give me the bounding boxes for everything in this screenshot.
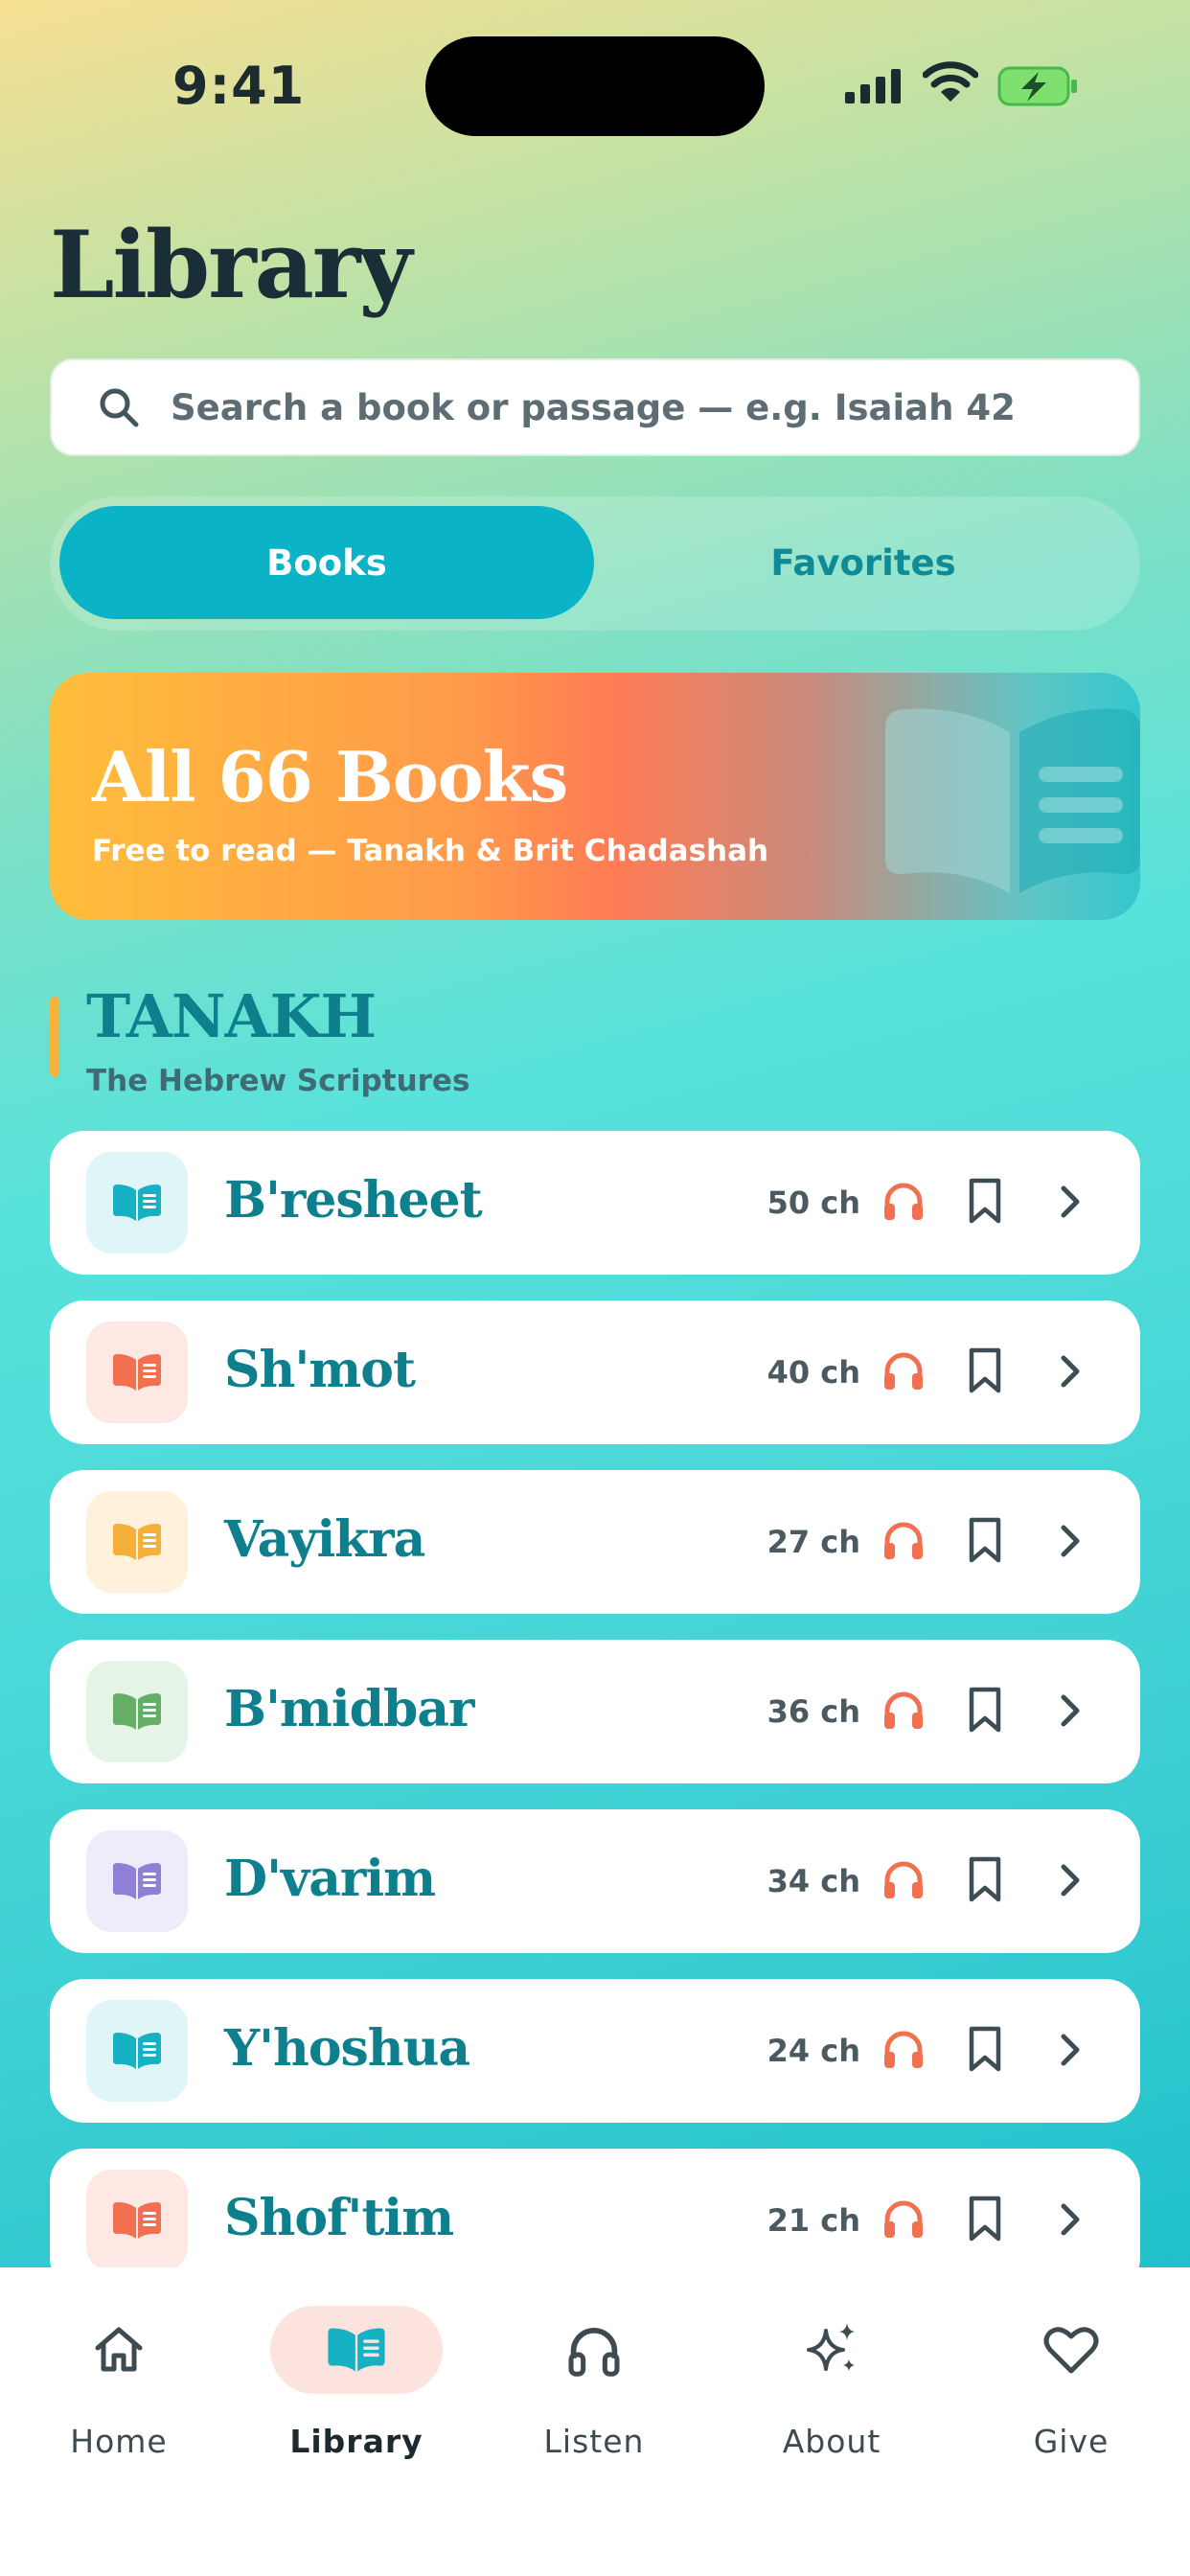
book-tile — [86, 1491, 188, 1593]
nav-home-label: Home — [70, 2423, 168, 2460]
book-name: D'varim — [224, 1850, 436, 1908]
home-icon — [95, 2327, 143, 2372]
bookmark-icon[interactable] — [966, 1516, 1004, 1564]
book-icon — [113, 1863, 161, 1899]
nav-listen[interactable]: Listen — [475, 2306, 713, 2478]
headphones-icon — [568, 2327, 620, 2377]
headphones-icon[interactable] — [881, 1348, 926, 1392]
headphones-icon[interactable] — [881, 1857, 926, 1901]
chevron-right-icon — [1061, 1694, 1080, 1727]
book-name: B'resheet — [224, 1171, 483, 1230]
nav-about[interactable]: About — [713, 2306, 950, 2478]
book-name: B'midbar — [224, 1680, 474, 1738]
book-name: Vayikra — [224, 1510, 425, 1569]
nav-library[interactable]: Library — [238, 2306, 475, 2478]
tab-favorites[interactable]: Favorites — [596, 506, 1131, 619]
nav-about-label: About — [782, 2423, 881, 2460]
status-bar: 9:41 — [0, 0, 1190, 172]
section-subtitle: The Hebrew Scriptures — [86, 1064, 470, 1098]
headphones-icon[interactable] — [881, 1518, 926, 1562]
book-list: B'resheet 50 ch Sh'mot 40 ch Vayikra 27 … — [50, 1131, 1140, 2267]
search-placeholder: Search a book or passage — e.g. Isaiah 4… — [171, 386, 1016, 428]
bookmark-icon[interactable] — [966, 2025, 1004, 2073]
headphones-icon[interactable] — [881, 1179, 926, 1223]
book-icon — [113, 1524, 161, 1560]
heart-icon — [1043, 2327, 1099, 2374]
chapter-count: 21 ch — [767, 2202, 860, 2239]
section-accent-bar — [50, 997, 59, 1077]
book-name: Sh'mot — [224, 1341, 416, 1399]
nav-give-label: Give — [1033, 2423, 1110, 2460]
bookmark-icon[interactable] — [966, 1855, 1004, 1903]
book-row[interactable]: Shof'tim 21 ch — [50, 2149, 1140, 2267]
chapter-count: 27 ch — [767, 1524, 860, 1560]
wifi-icon — [923, 61, 978, 102]
book-tile — [86, 1152, 188, 1254]
book-name: Shof'tim — [224, 2189, 454, 2247]
banner-subtitle: Free to read — Tanakh & Brit Chadashah — [92, 834, 769, 868]
book-row[interactable]: Y'hoshua 24 ch — [50, 1979, 1140, 2123]
chevron-right-icon — [1061, 1185, 1080, 1218]
book-tile — [86, 1830, 188, 1932]
chapter-count: 36 ch — [767, 1693, 860, 1730]
section-title: TANAKH — [86, 981, 377, 1051]
book-tile — [86, 2000, 188, 2102]
bottom-tab-bar: Home Library Listen About Give — [0, 2267, 1190, 2576]
book-name: Y'hoshua — [224, 2019, 470, 2078]
book-icon — [328, 2328, 385, 2372]
book-icon — [113, 2202, 161, 2239]
page-title: Library — [50, 211, 412, 319]
all-books-banner[interactable]: All 66 Books Free to read — Tanakh & Bri… — [50, 673, 1140, 920]
book-row[interactable]: D'varim 34 ch — [50, 1809, 1140, 1953]
chapter-count: 40 ch — [767, 1354, 860, 1391]
book-tile — [86, 1322, 188, 1423]
book-tile — [86, 2170, 188, 2267]
chapter-count: 34 ch — [767, 1863, 860, 1899]
sparkles-icon — [807, 2323, 855, 2371]
chevron-right-icon — [1061, 1525, 1080, 1557]
book-row[interactable]: B'resheet 50 ch — [50, 1131, 1140, 1275]
search-icon — [100, 388, 139, 427]
chapter-count: 24 ch — [767, 2033, 860, 2069]
bookmark-icon[interactable] — [966, 1686, 1004, 1734]
tab-books[interactable]: Books — [59, 506, 594, 619]
book-icon — [113, 1693, 161, 1730]
cellular-signal-icon — [845, 69, 901, 104]
search-field[interactable]: Search a book or passage — e.g. Isaiah 4… — [50, 358, 1140, 456]
bookmark-icon[interactable] — [966, 1177, 1004, 1225]
nav-library-label: Library — [289, 2423, 423, 2460]
headphones-icon[interactable] — [881, 2027, 926, 2071]
battery-charging-icon — [997, 66, 1077, 106]
chapter-count: 50 ch — [767, 1184, 860, 1221]
book-icon — [113, 1354, 161, 1391]
chevron-right-icon — [1061, 1355, 1080, 1388]
dynamic-island — [425, 36, 765, 136]
nav-listen-label: Listen — [543, 2423, 645, 2460]
book-icon — [113, 2033, 161, 2069]
nav-give[interactable]: Give — [952, 2306, 1190, 2478]
nav-home[interactable]: Home — [0, 2306, 238, 2478]
book-icon — [113, 1184, 161, 1221]
headphones-icon[interactable] — [881, 2196, 926, 2241]
book-row[interactable]: Vayikra 27 ch — [50, 1470, 1140, 1614]
book-row[interactable]: Sh'mot 40 ch — [50, 1300, 1140, 1444]
status-time: 9:41 — [172, 56, 306, 116]
open-book-icon — [885, 708, 1140, 893]
bookmark-icon[interactable] — [966, 1346, 1004, 1394]
chevron-right-icon — [1061, 2034, 1080, 2066]
banner-title: All 66 Books — [92, 736, 568, 817]
book-row[interactable]: B'midbar 36 ch — [50, 1640, 1140, 1783]
book-tile — [86, 1661, 188, 1762]
headphones-icon[interactable] — [881, 1688, 926, 1732]
segmented-control: Books Favorites — [50, 496, 1140, 631]
bookmark-icon[interactable] — [966, 2195, 1004, 2242]
chevron-right-icon — [1061, 1864, 1080, 1897]
chevron-right-icon — [1061, 2203, 1080, 2236]
